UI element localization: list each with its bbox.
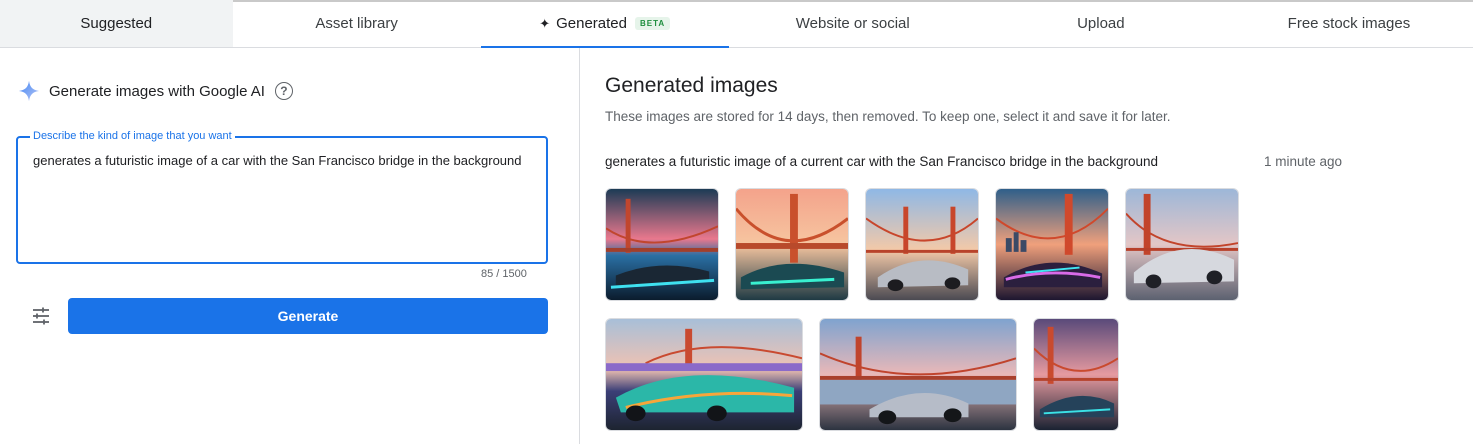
character-counter: 85 / 1500 bbox=[481, 268, 527, 280]
tab-label: Website or social bbox=[795, 15, 910, 32]
tab-free-stock-images[interactable]: Free stock images bbox=[1225, 0, 1473, 47]
tab-asset-library[interactable]: Asset library bbox=[233, 0, 481, 47]
tab-label: Suggested bbox=[80, 15, 153, 32]
tab-label: Upload bbox=[1077, 15, 1125, 32]
generated-image[interactable] bbox=[1033, 318, 1119, 431]
sparkle-icon bbox=[18, 80, 40, 102]
tab-label: Free stock images bbox=[1287, 15, 1411, 32]
generate-heading: Generate images with Google AI ? bbox=[18, 80, 293, 102]
tab-label: Generated bbox=[556, 15, 627, 32]
help-icon[interactable]: ? bbox=[274, 82, 293, 100]
generated-image[interactable] bbox=[1125, 188, 1239, 301]
results-title: Generated images bbox=[605, 74, 778, 97]
heading-text: Generate images with Google AI bbox=[49, 82, 265, 100]
result-prompt: generates a futuristic image of a curren… bbox=[605, 154, 1159, 169]
generated-image[interactable] bbox=[865, 188, 979, 301]
generated-image[interactable] bbox=[605, 318, 803, 431]
prompt-field[interactable]: Describe the kind of image that you want… bbox=[16, 130, 548, 264]
results-panel: Generated images These images are stored… bbox=[581, 48, 1473, 444]
tune-icon[interactable] bbox=[32, 307, 50, 325]
tab-website-or-social[interactable]: Website or social bbox=[729, 0, 977, 47]
generate-button[interactable]: Generate bbox=[68, 298, 548, 334]
beta-badge: BETA bbox=[635, 17, 671, 30]
prompt-input[interactable]: generates a futuristic image of a car wi… bbox=[33, 152, 534, 170]
tab-suggested[interactable]: Suggested bbox=[0, 0, 233, 47]
generated-image[interactable] bbox=[995, 188, 1109, 301]
tab-upload[interactable]: Upload bbox=[977, 0, 1225, 47]
tab-label: Asset library bbox=[315, 15, 398, 32]
result-timestamp: 1 minute ago bbox=[1264, 154, 1343, 169]
generated-image[interactable] bbox=[819, 318, 1017, 431]
results-subtitle: These images are stored for 14 days, the… bbox=[605, 109, 1171, 124]
prompt-field-label: Describe the kind of image that you want bbox=[30, 130, 235, 142]
tab-generated[interactable]: ✦ Generated BETA bbox=[480, 0, 729, 48]
generated-image[interactable] bbox=[735, 188, 849, 301]
generate-panel: Generate images with Google AI ? Describ… bbox=[0, 48, 580, 444]
tab-bar: Suggested Asset library ✦ Generated BETA… bbox=[0, 0, 1473, 48]
sparkle-icon: ✦ bbox=[539, 15, 551, 31]
generated-image[interactable] bbox=[605, 188, 719, 301]
